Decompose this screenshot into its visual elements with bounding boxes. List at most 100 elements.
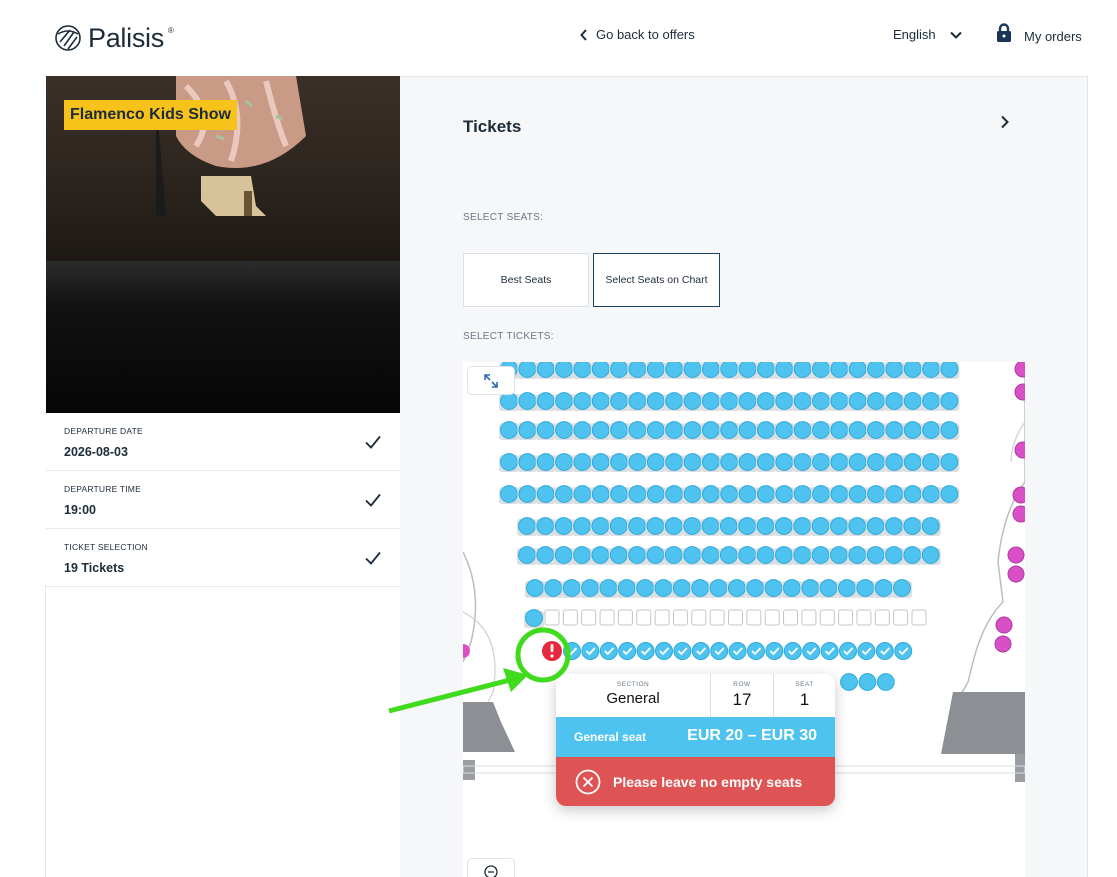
seat[interactable] <box>573 362 592 378</box>
seat[interactable] <box>738 546 757 564</box>
seat[interactable] <box>866 517 885 535</box>
seat[interactable] <box>775 362 794 378</box>
seat[interactable] <box>848 362 867 378</box>
seat[interactable] <box>801 579 820 597</box>
seat[interactable] <box>573 485 592 503</box>
seat[interactable] <box>840 673 858 691</box>
seat[interactable] <box>628 453 647 471</box>
seat[interactable] <box>664 546 683 564</box>
seat[interactable] <box>720 392 739 410</box>
seat[interactable] <box>848 485 867 503</box>
selected-seat[interactable] <box>673 642 692 660</box>
seat[interactable] <box>701 362 720 378</box>
seat[interactable] <box>775 485 794 503</box>
seat[interactable] <box>555 421 573 439</box>
seat[interactable] <box>665 453 684 471</box>
seat[interactable] <box>793 546 812 564</box>
seat[interactable] <box>636 579 655 597</box>
seat[interactable] <box>756 546 775 564</box>
seat[interactable] <box>812 392 830 410</box>
seat[interactable] <box>573 517 591 535</box>
seat[interactable] <box>555 453 573 471</box>
seat[interactable] <box>536 362 555 378</box>
step-departure-time[interactable]: DEPARTURE TIME 19:00 <box>46 471 400 529</box>
seat[interactable] <box>610 485 629 503</box>
seat[interactable] <box>701 392 720 410</box>
seat[interactable] <box>610 453 629 471</box>
seat[interactable] <box>526 579 544 597</box>
seat[interactable] <box>701 546 720 564</box>
seat[interactable] <box>720 362 739 378</box>
seat-rows[interactable] <box>463 362 1025 691</box>
other-section-seat[interactable] <box>1014 362 1025 378</box>
seat[interactable] <box>536 485 555 503</box>
seat[interactable] <box>536 517 555 535</box>
seat[interactable] <box>573 421 592 439</box>
seat[interactable] <box>518 362 537 378</box>
seat[interactable] <box>562 579 581 597</box>
seat[interactable] <box>775 546 793 564</box>
seat[interactable] <box>654 579 673 597</box>
seat[interactable] <box>793 421 812 439</box>
seat[interactable] <box>738 421 757 439</box>
seat[interactable] <box>518 453 537 471</box>
selected-seat[interactable] <box>802 642 821 660</box>
seat[interactable] <box>628 392 647 410</box>
zoom-out-button[interactable] <box>467 858 515 877</box>
my-orders-link[interactable]: My orders <box>996 23 1082 44</box>
seat[interactable] <box>646 421 665 439</box>
seat[interactable] <box>830 485 849 503</box>
seat[interactable] <box>609 546 628 564</box>
seat[interactable] <box>903 517 922 535</box>
seat[interactable] <box>581 579 599 597</box>
seat[interactable] <box>672 579 691 597</box>
seat[interactable] <box>775 421 794 439</box>
seat[interactable] <box>885 392 904 410</box>
seat[interactable] <box>720 485 739 503</box>
seat[interactable] <box>848 546 867 564</box>
seat[interactable] <box>830 546 848 564</box>
seat[interactable] <box>665 485 684 503</box>
seat[interactable] <box>665 392 684 410</box>
seat[interactable] <box>867 453 885 471</box>
selected-seat[interactable] <box>783 642 802 660</box>
step-departure-date[interactable]: DEPARTURE DATE 2026-08-03 <box>46 413 400 471</box>
seat[interactable] <box>518 485 537 503</box>
seat[interactable] <box>683 362 702 378</box>
expand-button[interactable] <box>467 366 515 395</box>
seat[interactable] <box>683 392 702 410</box>
other-section-seat[interactable] <box>994 635 1012 653</box>
seat[interactable] <box>940 362 959 378</box>
selected-seat[interactable] <box>894 642 913 660</box>
seat[interactable] <box>885 362 904 378</box>
seat[interactable] <box>544 579 563 597</box>
seat[interactable] <box>536 392 555 410</box>
seat[interactable] <box>812 485 830 503</box>
selected-seat[interactable] <box>839 642 857 660</box>
seat[interactable] <box>922 485 940 503</box>
seat[interactable] <box>940 392 959 410</box>
selected-seat[interactable] <box>728 642 747 660</box>
seat[interactable] <box>628 362 647 378</box>
seat[interactable] <box>683 421 702 439</box>
selected-seat[interactable] <box>655 642 673 660</box>
seat[interactable] <box>856 579 875 597</box>
seat[interactable] <box>646 517 665 535</box>
seat[interactable] <box>683 546 702 564</box>
seat[interactable] <box>921 546 940 564</box>
seat[interactable] <box>746 579 765 597</box>
seat[interactable] <box>591 453 610 471</box>
seat[interactable] <box>709 579 728 597</box>
seat[interactable] <box>866 546 885 564</box>
seat[interactable] <box>885 453 904 471</box>
seat[interactable] <box>518 546 536 564</box>
select-seats-on-chart-button[interactable]: Select Seats on Chart <box>593 253 720 307</box>
seat[interactable] <box>830 453 849 471</box>
seat[interactable] <box>903 485 922 503</box>
seat[interactable] <box>691 579 710 597</box>
seat[interactable] <box>628 517 647 535</box>
seat[interactable] <box>610 421 629 439</box>
language-selector[interactable]: English <box>893 27 962 42</box>
seat[interactable] <box>591 362 610 378</box>
best-seats-button[interactable]: Best Seats <box>463 253 589 307</box>
